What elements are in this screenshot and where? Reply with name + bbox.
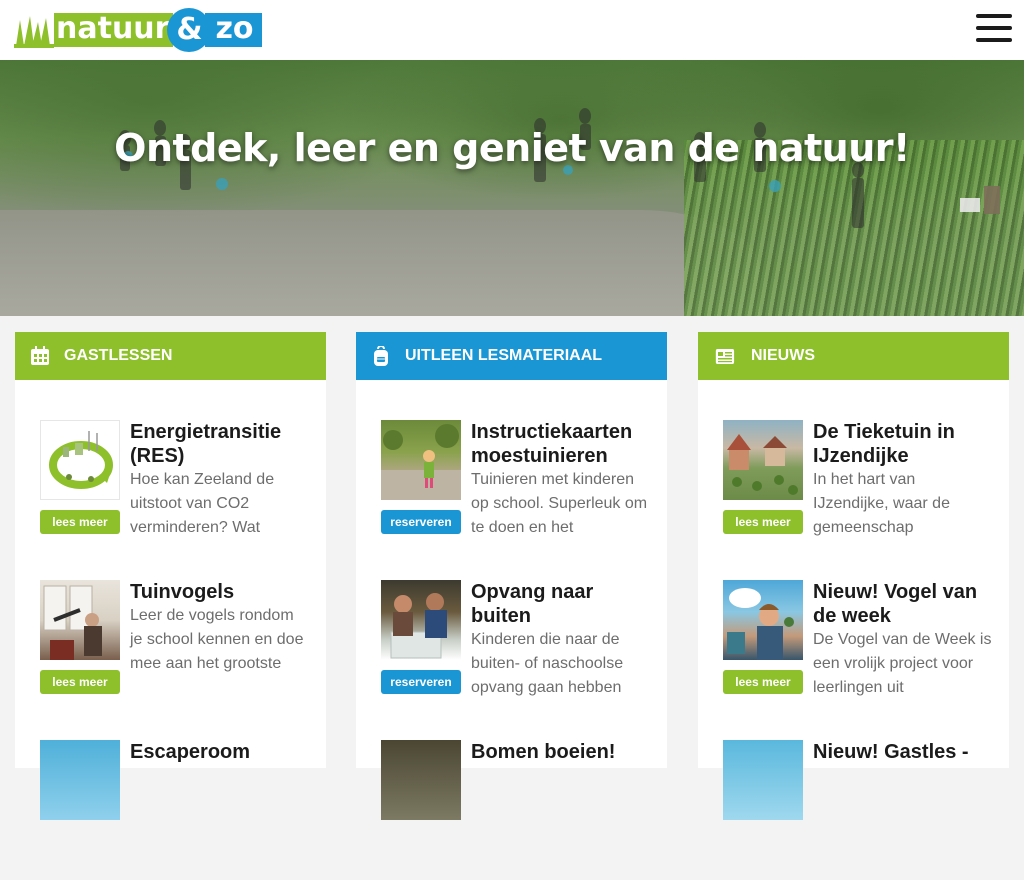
item-text: Tuinieren met kinderen op school. Superl… — [471, 471, 648, 536]
list-item: Escaperoom — [40, 740, 310, 880]
column-header-gastlessen[interactable]: GASTLESSEN — [15, 332, 326, 380]
thumbnail-bomen-boeien[interactable] — [381, 740, 461, 820]
column-nieuws: NIEUWS lees meer De Tieketuin in IJzendi… — [698, 332, 1009, 820]
hero-title: Ontdek, leer en geniet van de natuur! — [114, 126, 910, 170]
thumbnail-energietransitie[interactable] — [40, 420, 120, 500]
list-item: reserveren Instructiekaarten moestuinier… — [381, 420, 651, 560]
list-item: reserveren Opvang naar buiten Kinderen d… — [381, 580, 651, 720]
site-logo[interactable]: natuur & zo — [14, 8, 262, 52]
menu-bar — [976, 38, 1012, 42]
item-title[interactable]: Nieuw! Vogel van de week — [813, 580, 993, 628]
item-text: De Vogel van de Week is een vrolijk proj… — [813, 631, 992, 696]
column-title: GASTLESSEN — [64, 347, 173, 364]
column-gastlessen: GASTLESSEN lees meer Energietransitie (R… — [15, 332, 326, 820]
item-title[interactable]: Escaperoom — [130, 740, 310, 764]
thumbnail-opvang-naar-buiten[interactable] — [381, 580, 461, 660]
lees-meer-button[interactable]: lees meer — [723, 670, 803, 694]
item-title[interactable]: Instructiekaarten moestuinieren — [471, 420, 651, 468]
item-title[interactable]: De Tieketuin in IJzendijke — [813, 420, 993, 468]
backpack-icon — [374, 346, 388, 366]
thumbnail-tuinvogels[interactable] — [40, 580, 120, 660]
column-title: NIEUWS — [751, 347, 815, 364]
list-item: lees meer De Tieketuin in IJzendijke In … — [723, 420, 993, 560]
thumbnail-tieketuin[interactable] — [723, 420, 803, 500]
list-item: lees meer Nieuw! Vogel van de week De Vo… — [723, 580, 993, 720]
list-item: Nieuw! Gastles - — [723, 740, 993, 880]
hamburger-menu-icon[interactable] — [976, 14, 1012, 46]
logo-zo: zo — [205, 12, 262, 47]
thumbnail-vogel-van-de-week[interactable] — [723, 580, 803, 660]
thumbnail-instructiekaarten[interactable] — [381, 420, 461, 500]
column-header-uitleen-lesmateriaal[interactable]: UITLEEN LESMATERIAAL — [356, 332, 667, 380]
item-title[interactable]: Opvang naar buiten — [471, 580, 651, 628]
menu-bar — [976, 14, 1012, 18]
menu-bar — [976, 26, 1012, 30]
logo-natuur: natuur — [54, 12, 174, 47]
item-text: In het hart van IJzendijke, waar de geme… — [813, 471, 950, 536]
column-uitleen-lesmateriaal: UITLEEN LESMATERIAAL reserveren Instruct… — [356, 332, 667, 820]
newspaper-icon — [715, 349, 735, 364]
lees-meer-button[interactable]: lees meer — [40, 670, 120, 694]
column-title: UITLEEN LESMATERIAAL — [405, 347, 603, 364]
list-item: lees meer Tuinvogels Leer de vogels rond… — [40, 580, 310, 720]
lees-meer-button[interactable]: lees meer — [723, 510, 803, 534]
lees-meer-button[interactable]: lees meer — [40, 510, 120, 534]
item-title[interactable]: Energietransitie (RES) — [130, 420, 310, 468]
thumbnail-escaperoom[interactable] — [40, 740, 120, 820]
thumbnail-nieuw-gastles[interactable] — [723, 740, 803, 820]
hero-banner: Ontdek, leer en geniet van de natuur! — [0, 60, 1024, 316]
site-header: natuur & zo — [0, 0, 1024, 60]
item-title[interactable]: Tuinvogels — [130, 580, 310, 604]
item-title[interactable]: Bomen boeien! — [471, 740, 651, 764]
reserveren-button[interactable]: reserveren — [381, 510, 461, 534]
item-text: Hoe kan Zeeland de uitstoot van CO2 verm… — [130, 471, 275, 536]
grass-logo-icon — [14, 12, 54, 48]
hero-children-silhouettes — [119, 108, 1000, 228]
calendar-icon — [31, 346, 49, 365]
item-title[interactable]: Nieuw! Gastles - — [813, 740, 993, 764]
column-header-nieuws[interactable]: NIEUWS — [698, 332, 1009, 380]
reserveren-button[interactable]: reserveren — [381, 670, 461, 694]
item-text: Leer de vogels rondom je school kennen e… — [130, 607, 304, 672]
item-text: Kinderen die naar de buiten- of naschool… — [471, 631, 624, 696]
list-item: Bomen boeien! — [381, 740, 651, 880]
list-item: lees meer Energietransitie (RES) Hoe kan… — [40, 420, 310, 560]
